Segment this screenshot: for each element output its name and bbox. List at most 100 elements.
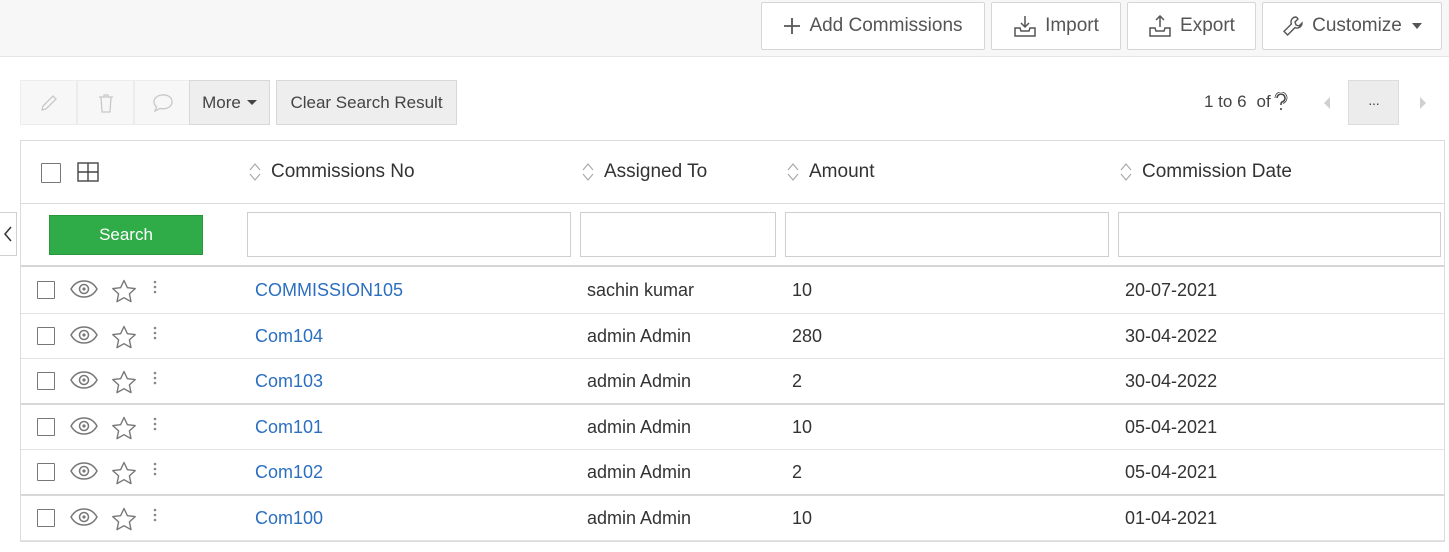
column-header-assigned-to[interactable]: Assigned To — [582, 161, 707, 183]
amount-cell: 10 — [792, 507, 813, 528]
commission-date-cell: 05-04-2021 — [1125, 462, 1218, 482]
page-more-button[interactable]: ··· — [1348, 80, 1399, 125]
pager-info: 1 to 6 of — [1204, 92, 1288, 112]
kebab-icon[interactable] — [153, 508, 157, 522]
table-row[interactable]: Com101 admin Admin 10 05-04-2021 — [21, 405, 1444, 450]
grid-icon[interactable] — [77, 162, 99, 182]
kebab-icon[interactable] — [153, 462, 157, 476]
eye-icon[interactable] — [70, 507, 98, 526]
commissions-table: Commissions No Assigned To Amount Commis… — [20, 140, 1445, 542]
customize-label: Customize — [1312, 15, 1402, 36]
row-checkbox[interactable] — [37, 417, 55, 436]
table-header: Commissions No Assigned To Amount Commis… — [21, 141, 1444, 204]
commission-no-link[interactable]: Com104 — [255, 326, 323, 347]
commission-no-link[interactable]: COMMISSION105 — [255, 280, 403, 301]
import-label: Import — [1045, 15, 1099, 36]
more-label: More — [202, 92, 241, 112]
commission-no-link[interactable]: Com102 — [255, 462, 323, 483]
column-label: Commission Date — [1142, 161, 1292, 182]
star-icon[interactable] — [111, 279, 137, 304]
commission-no-link[interactable]: Com101 — [255, 417, 323, 438]
chevron-down-icon — [1411, 23, 1422, 29]
row-checkbox[interactable] — [37, 463, 55, 481]
eye-icon[interactable] — [70, 416, 98, 435]
commission-no-link[interactable]: Com100 — [255, 508, 323, 529]
star-icon[interactable] — [111, 370, 137, 395]
select-all-checkbox[interactable] — [41, 163, 61, 183]
star-icon[interactable] — [111, 461, 137, 486]
commission-date-cell: 05-04-2021 — [1125, 416, 1218, 437]
more-button[interactable]: More — [189, 80, 270, 125]
table-row[interactable]: Com104 admin Admin 280 30-04-2022 — [21, 314, 1444, 359]
trash-icon — [98, 93, 113, 113]
amount-cell: 2 — [792, 462, 803, 482]
column-header-commission-date[interactable]: Commission Date — [1120, 161, 1292, 183]
table-row[interactable]: Com103 admin Admin 2 30-04-2022 — [21, 359, 1444, 405]
table-row[interactable]: Com102 admin Admin 2 05-04-2021 — [21, 450, 1444, 496]
column-header-amount[interactable]: Amount — [787, 161, 874, 183]
kebab-icon[interactable] — [153, 326, 157, 340]
row-checkbox[interactable] — [37, 281, 55, 299]
pager-range: 1 to 6 — [1204, 92, 1247, 111]
row-checkbox[interactable] — [37, 372, 55, 390]
export-button[interactable]: Export — [1127, 2, 1256, 50]
export-icon — [1149, 15, 1171, 37]
pencil-icon — [40, 94, 57, 111]
chevron-down-icon — [246, 100, 257, 105]
commission-date-search-input[interactable] — [1118, 212, 1441, 257]
assigned-to-cell: admin Admin — [587, 416, 692, 437]
kebab-icon[interactable] — [153, 417, 157, 431]
commission-date-cell: 30-04-2022 — [1125, 371, 1218, 391]
delete-button[interactable] — [77, 80, 134, 125]
eye-icon[interactable] — [70, 280, 98, 298]
question-icon[interactable] — [1274, 92, 1288, 112]
import-button[interactable]: Import — [991, 2, 1121, 50]
amount-cell: 10 — [792, 416, 813, 437]
action-bar: More Clear Search Result 1 to 6 of ··· — [20, 80, 1449, 125]
eye-icon[interactable] — [70, 371, 98, 389]
import-icon — [1014, 16, 1036, 37]
commission-date-cell: 30-04-2022 — [1125, 325, 1218, 346]
eye-icon[interactable] — [70, 462, 98, 480]
amount-search-input[interactable] — [785, 212, 1109, 257]
star-icon[interactable] — [111, 507, 137, 532]
column-label: Amount — [809, 161, 875, 182]
sidebar-toggle[interactable] — [0, 212, 17, 256]
sort-icon — [249, 163, 261, 181]
next-page-button[interactable] — [1401, 80, 1444, 125]
chevron-right-icon — [1419, 96, 1426, 109]
plus-icon — [784, 18, 801, 34]
export-label: Export — [1180, 15, 1235, 36]
amount-cell: 10 — [792, 280, 813, 300]
column-header-commissions-no[interactable]: Commissions No — [249, 161, 415, 183]
add-commissions-button[interactable]: Add Commissions — [761, 2, 985, 50]
row-checkbox[interactable] — [37, 508, 55, 527]
customize-button[interactable]: Customize — [1262, 2, 1442, 50]
eye-icon[interactable] — [70, 325, 98, 344]
search-button[interactable]: Search — [49, 215, 203, 255]
comment-icon — [152, 93, 173, 112]
commission-date-cell: 20-07-2021 — [1125, 280, 1218, 300]
chevron-left-icon — [4, 226, 12, 242]
commissions-no-search-input[interactable] — [247, 212, 571, 257]
add-commissions-label: Add Commissions — [809, 15, 963, 36]
assigned-to-cell: admin Admin — [587, 462, 692, 482]
comment-button[interactable] — [134, 80, 191, 125]
kebab-icon[interactable] — [153, 371, 157, 385]
pager-of: of — [1256, 92, 1271, 111]
clear-search-result-label: Clear Search Result — [290, 92, 443, 112]
assigned-to-cell: admin Admin — [587, 371, 692, 391]
table-row[interactable]: Com100 admin Admin 10 01-04-2021 — [21, 496, 1444, 541]
star-icon[interactable] — [111, 416, 137, 441]
kebab-icon[interactable] — [153, 280, 157, 294]
assigned-to-cell: admin Admin — [587, 507, 692, 528]
table-row[interactable]: COMMISSION105 sachin kumar 10 20-07-2021 — [21, 268, 1444, 314]
column-label: Commissions No — [271, 161, 415, 182]
star-icon[interactable] — [111, 325, 137, 350]
commission-no-link[interactable]: Com103 — [255, 371, 323, 392]
clear-search-result-button[interactable]: Clear Search Result — [276, 80, 457, 125]
previous-page-button[interactable] — [1305, 80, 1348, 125]
edit-button[interactable] — [20, 80, 77, 125]
row-checkbox[interactable] — [37, 326, 55, 345]
assigned-to-search-input[interactable] — [580, 212, 776, 257]
